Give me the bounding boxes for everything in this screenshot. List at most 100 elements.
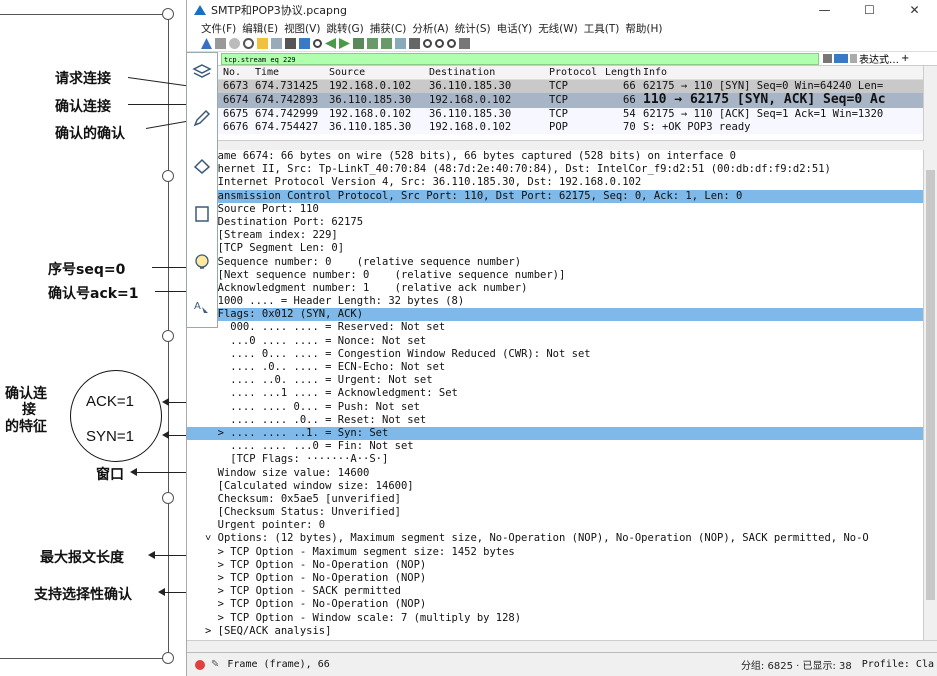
goto-icon[interactable] (353, 38, 364, 49)
packet-list-vscroll[interactable] (923, 66, 937, 140)
detail-row[interactable]: > .... .... ..1. = Syn: Set (187, 426, 924, 441)
menu-help[interactable]: 帮助(H) (625, 21, 662, 36)
detail-row[interactable]: .... ..0. .... = Urgent: Not set (187, 374, 924, 387)
zoom-in-icon[interactable] (423, 39, 432, 48)
menu-telephony[interactable]: 电话(Y) (497, 21, 533, 36)
detail-row[interactable]: > TCP Option - No-Operation (NOP) (187, 559, 924, 572)
status-ready-icon[interactable] (195, 659, 205, 670)
col-destination[interactable]: Destination (429, 67, 495, 78)
detail-row[interactable]: ˅ Options: (12 bytes), Maximum segment s… (187, 532, 924, 545)
clear-filter-icon[interactable] (823, 54, 832, 63)
open-file-icon[interactable] (257, 38, 268, 49)
menu-capture[interactable]: 捕获(C) (370, 21, 407, 36)
eraser-icon[interactable] (189, 153, 215, 179)
menu-view[interactable]: 视图(V) (284, 21, 320, 36)
detail-row[interactable]: > [SEQ/ACK analysis] (187, 625, 924, 638)
detail-row[interactable]: 000. .... .... = Reserved: Not set (187, 321, 924, 334)
detail-row[interactable]: Frame 6674: 66 bytes on wire (528 bits),… (187, 150, 924, 163)
start-capture-icon[interactable] (201, 38, 212, 49)
find-icon[interactable] (313, 39, 322, 48)
detail-row[interactable]: Sequence number: 0 (relative sequence nu… (187, 256, 924, 269)
col-time[interactable]: Time (255, 67, 279, 78)
forward-icon[interactable] (339, 38, 350, 49)
detail-row[interactable]: > TCP Option - Maximum segment size: 145… (187, 546, 924, 559)
detail-row[interactable]: > TCP Option - No-Operation (NOP) (187, 572, 924, 585)
detail-row[interactable]: Acknowledgment number: 1 (relative ack n… (187, 282, 924, 295)
detail-row[interactable]: Urgent pointer: 0 (187, 519, 924, 532)
packet-list-hscroll[interactable] (187, 140, 924, 149)
apply-filter-icon[interactable] (834, 54, 848, 63)
detail-row[interactable]: .... 0... .... = Congestion Window Reduc… (187, 348, 924, 361)
col-no[interactable]: No. (223, 67, 241, 78)
details-scroll-thumb[interactable] (926, 170, 935, 600)
reload-icon[interactable] (299, 38, 310, 49)
detail-row[interactable]: ...0 .... .... = Nonce: Not set (187, 335, 924, 348)
col-info[interactable]: Info (643, 67, 667, 78)
detail-row[interactable]: Transmission Control Protocol, Src Port:… (187, 189, 924, 203)
detail-row[interactable]: Source Port: 110 (187, 203, 924, 216)
detail-row[interactable]: .... .0.. .... = ECN-Echo: Not set (187, 361, 924, 374)
close-button[interactable]: ✕ (892, 3, 937, 17)
col-length[interactable]: Length (605, 67, 641, 78)
detail-row[interactable]: [TCP Flags: ·······A··S·] (187, 453, 924, 466)
minimize-button[interactable]: — (802, 3, 847, 17)
display-filter-input[interactable]: tcp.stream eq 229 (221, 52, 819, 65)
menu-analyze[interactable]: 分析(A) (412, 21, 448, 36)
detail-row[interactable]: [Checksum Status: Unverified] (187, 506, 924, 519)
back-icon[interactable] (325, 38, 336, 49)
text-select-icon[interactable]: A (189, 295, 215, 321)
save-file-icon[interactable] (271, 38, 282, 49)
filter-history-icon[interactable] (850, 54, 857, 63)
layers-icon[interactable] (189, 59, 215, 85)
menu-go[interactable]: 跳转(G) (326, 21, 363, 36)
packet-row-6674[interactable]: 6674 674.742893 36.110.185.30 192.168.0.… (187, 92, 924, 108)
detail-row[interactable]: > TCP Option - No-Operation (NOP) (187, 598, 924, 611)
first-packet-icon[interactable] (367, 38, 378, 49)
detail-row[interactable]: .... .... .0.. = Reset: Not set (187, 414, 924, 427)
detail-row[interactable]: > TCP Option - Window scale: 7 (multiply… (187, 612, 924, 625)
details-vscroll[interactable] (923, 150, 937, 640)
details-hscroll[interactable] (187, 640, 937, 652)
maximize-button[interactable]: ☐ (847, 3, 892, 17)
colorize-icon[interactable] (409, 38, 420, 49)
status-profile[interactable]: Profile: Cla (862, 659, 934, 670)
edit-comment-icon[interactable]: ✎ (211, 659, 219, 670)
detail-row[interactable]: Flags: 0x012 (SYN, ACK) (187, 308, 924, 322)
detail-row[interactable]: [Stream index: 229] (187, 229, 924, 242)
detail-row[interactable]: > TCP Option - SACK permitted (187, 585, 924, 598)
detail-row[interactable]: Checksum: 0x5ae5 [unverified] (187, 493, 924, 506)
last-packet-icon[interactable] (381, 38, 392, 49)
shape-icon[interactable] (189, 201, 215, 227)
menu-wireless[interactable]: 无线(W) (538, 21, 578, 36)
add-filter-button[interactable]: + (901, 53, 909, 64)
detail-row[interactable]: > Internet Protocol Version 4, Src: 36.1… (187, 176, 924, 189)
detail-row[interactable]: .... ...1 .... = Acknowledgment: Set (187, 387, 924, 400)
expression-button[interactable]: 表达式… (859, 51, 899, 66)
col-source[interactable]: Source (329, 67, 365, 78)
detail-row[interactable]: Destination Port: 62175 (187, 216, 924, 229)
col-protocol[interactable]: Protocol (549, 67, 597, 78)
options-icon[interactable] (243, 38, 254, 49)
stop-capture-icon[interactable] (215, 38, 226, 49)
detail-row[interactable]: [Calculated window size: 14600] (187, 480, 924, 493)
detail-row[interactable]: [Next sequence number: 0 (relative seque… (187, 269, 924, 282)
detail-row[interactable]: [TCP Segment Len: 0] (187, 242, 924, 255)
menu-statistics[interactable]: 统计(S) (455, 21, 491, 36)
menu-edit[interactable]: 编辑(E) (242, 21, 278, 36)
close-file-icon[interactable] (285, 38, 296, 49)
autoscroll-icon[interactable] (395, 38, 406, 49)
menu-file[interactable]: 文件(F) (201, 21, 236, 36)
zoom-out-icon[interactable] (435, 39, 444, 48)
detail-row[interactable]: .... .... ...0 = Fin: Not set (187, 440, 924, 453)
idea-icon[interactable] (189, 249, 215, 275)
packet-row-6676[interactable]: 6676 674.754427 36.110.185.30 192.168.0.… (187, 121, 924, 134)
restart-capture-icon[interactable] (229, 38, 240, 49)
resize-columns-icon[interactable] (459, 38, 470, 49)
packet-row-6675[interactable]: 6675 674.742999 192.168.0.102 36.110.185… (187, 108, 924, 121)
pen-icon[interactable] (189, 105, 215, 131)
zoom-reset-icon[interactable] (447, 39, 456, 48)
detail-row[interactable]: Ethernet II, Src: Tp-LinkT_40:70:84 (48:… (187, 163, 924, 176)
detail-row[interactable]: 1000 .... = Header Length: 32 bytes (8) (187, 295, 924, 308)
menu-tools[interactable]: 工具(T) (584, 21, 620, 36)
detail-row[interactable]: Window size value: 14600 (187, 467, 924, 480)
